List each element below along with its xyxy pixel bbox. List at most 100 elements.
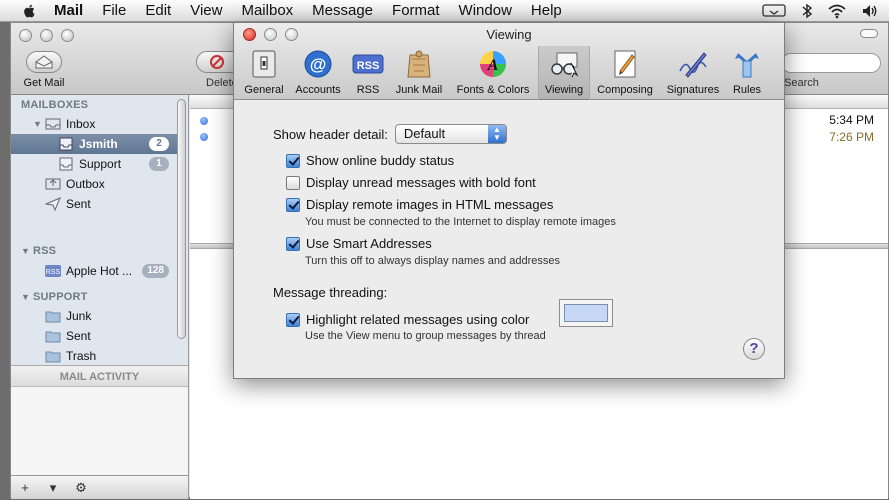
sent2-label: Sent [66,329,91,343]
sidebar-item-trash[interactable]: Trash [11,346,177,366]
sidebar-item-inbox[interactable]: ▼ Inbox [11,114,177,134]
folder-icon [45,311,61,323]
disclosure-triangle-icon[interactable]: ▼ [21,246,33,256]
apple-menu-icon[interactable] [20,3,40,19]
sidebar-item-sent[interactable]: Sent [11,194,177,214]
sidebar-item-apple-hot-news[interactable]: RSS Apple Hot ... 128 [11,261,177,281]
unread-dot-icon [200,133,208,141]
fonts-colors-icon: A [480,51,506,77]
viewing-icon [551,52,579,78]
close-window-button[interactable] [19,29,32,42]
menu-mail[interactable]: Mail [54,0,83,22]
menu-mailbox[interactable]: Mailbox [241,0,293,22]
inbox-icon [45,118,61,130]
preferences-window: Viewing General @ Accounts RSS RSS Junk … [233,22,785,379]
show-hide-mail-activity-button[interactable]: ▾ [39,480,67,496]
delete-button[interactable] [196,51,236,73]
menu-window[interactable]: Window [459,0,512,22]
svg-text:@: @ [310,55,327,74]
disclosure-triangle-icon[interactable]: ▼ [21,292,33,302]
zoom-window-button[interactable] [61,29,74,42]
minimize-window-button[interactable] [40,29,53,42]
highlight-related-checkbox[interactable] [286,312,300,327]
menu-message[interactable]: Message [312,0,373,22]
tab-general[interactable]: General [240,49,288,97]
wifi-icon[interactable] [827,3,847,19]
help-button[interactable]: ? [743,338,765,360]
sidebar-item-support[interactable]: Support 1 [11,154,177,174]
sidebar-scrollbar[interactable] [177,99,186,339]
tab-junk-mail[interactable]: Junk Mail [392,49,446,97]
rss-icon: RSS [352,54,384,74]
bluetooth-icon[interactable] [801,3,813,19]
search-input[interactable] [781,53,881,73]
composing-icon [614,50,636,78]
rss-feed-icon: RSS [45,265,61,277]
message-time: 5:34 PM [829,113,874,127]
delete-icon [210,55,224,69]
get-mail-icon [35,55,53,69]
sidebar-item-junk[interactable]: Junk [11,306,177,326]
mail-activity-header: MAIL ACTIVITY [11,365,188,387]
highlight-color-swatch [564,304,608,322]
remote-images-note: You must be connected to the Internet to… [305,216,616,228]
menu-file[interactable]: File [102,0,126,22]
preferences-title: Viewing [486,27,532,42]
menu-view[interactable]: View [190,0,222,22]
time-machine-icon[interactable] [761,3,787,19]
mailbox-icon [59,157,73,171]
junk-label: Junk [66,309,92,323]
sidebar-item-support-sent[interactable]: Sent [11,326,177,346]
unread-dot-icon [200,117,208,125]
mailbox-sidebar: MAILBOXES ▼ Inbox Jsmith 2 Support 1 Out… [11,95,189,499]
tab-viewing[interactable]: Viewing [538,46,590,100]
tab-signatures[interactable]: Signatures [662,49,724,97]
smart-addresses-row: Use Smart Addresses [286,236,432,251]
remote-images-row: Display remote images in HTML messages [286,197,553,212]
tab-rules[interactable]: Rules [730,49,764,97]
folder-icon [45,351,61,363]
highlight-related-row: Highlight related messages using color [286,312,529,327]
tab-fonts-colors[interactable]: A Fonts & Colors [452,49,534,97]
get-mail-button[interactable]: Get Mail [23,51,65,89]
sidebar-item-jsmith[interactable]: Jsmith 2 [11,134,177,154]
tab-composing[interactable]: Composing [594,49,656,97]
header-detail-select[interactable]: Default ▲ ▼ [394,124,507,144]
volume-icon[interactable] [861,3,879,19]
unread-badge: 128 [142,264,169,278]
menu-extras [761,0,879,22]
menu-edit[interactable]: Edit [145,0,171,22]
menu-help[interactable]: Help [531,0,562,22]
accounts-icon: @ [304,50,332,78]
mail-activity-area [11,387,188,477]
buddy-status-checkbox[interactable] [286,153,300,168]
svg-text:RSS: RSS [46,269,61,276]
svg-text:A: A [487,57,499,74]
junk-mail-icon [407,50,431,78]
apple-hot-label: Apple Hot ... [66,264,133,278]
support-header: ▼ SUPPORT [21,291,88,303]
smart-addresses-note: Turn this off to always display names an… [305,255,560,267]
highlight-related-note: Use the View menu to group messages by t… [305,330,546,342]
tab-accounts[interactable]: @ Accounts [292,49,344,97]
disclosure-triangle-icon[interactable]: ▼ [33,119,45,129]
popup-arrows-icon: ▲ ▼ [487,125,506,143]
trash-label: Trash [66,349,97,363]
bold-unread-checkbox[interactable] [286,175,300,190]
toolbar-toggle-button[interactable] [860,29,878,38]
tab-rss[interactable]: RSS RSS [350,49,386,97]
rules-icon [735,53,759,78]
sidebar-item-outbox[interactable]: Outbox [11,174,177,194]
highlight-color-well[interactable] [559,299,613,327]
header-detail-label: Show header detail: [273,126,388,142]
support-label: Support [79,157,122,171]
remote-images-checkbox[interactable] [286,197,300,212]
unread-badge: 2 [149,137,169,151]
inbox-label: Inbox [66,117,96,131]
action-menu-button[interactable]: ⚙ [67,480,95,496]
preferences-toolbar: Viewing General @ Accounts RSS RSS Junk … [234,23,784,100]
menu-format[interactable]: Format [392,0,440,22]
add-mailbox-button[interactable]: + [11,480,39,495]
smart-addresses-checkbox[interactable] [286,236,300,251]
jsmith-label: Jsmith [79,137,118,151]
